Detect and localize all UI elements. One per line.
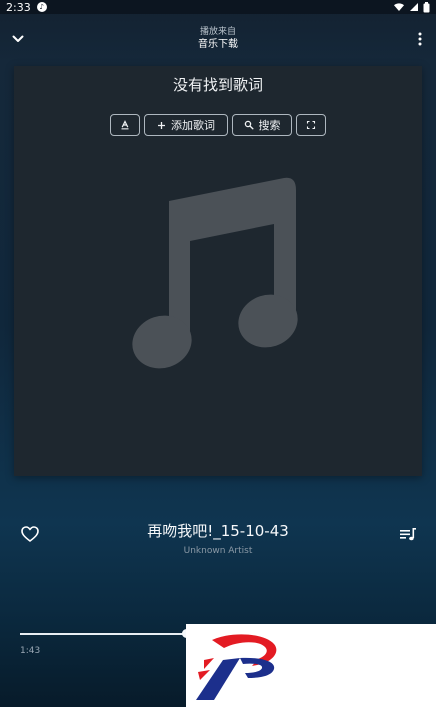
status-time: 2:33 [6, 0, 31, 14]
add-lyrics-label: 添加歌词 [171, 119, 215, 132]
text-style-icon [121, 120, 129, 130]
chevron-down-icon [12, 35, 24, 42]
brand-logo-overlay [186, 624, 436, 707]
search-icon [244, 120, 253, 130]
music-note-icon: ♪ [36, 2, 47, 12]
search-lyrics-label: 搜索 [258, 119, 281, 132]
more-options-button[interactable] [412, 29, 428, 49]
playing-from[interactable]: 播放来自 音乐下载 [118, 26, 318, 52]
status-icons [393, 1, 430, 13]
music-note-icon [132, 177, 298, 369]
collapse-button[interactable] [8, 29, 28, 49]
lyrics-style-button[interactable] [110, 114, 140, 136]
track-info: 再吻我吧!_15-10-43 Unknown Artist [0, 518, 436, 564]
more-vert-icon [418, 32, 422, 46]
playing-from-label: 播放来自 [199, 27, 236, 37]
signal-icon [410, 3, 418, 11]
queue-button[interactable] [398, 524, 418, 544]
elapsed-time: 1:43 [20, 646, 41, 656]
add-lyrics-button[interactable]: 添加歌词 [144, 114, 228, 136]
seek-bar-progress [20, 633, 187, 635]
fullscreen-icon [306, 120, 316, 130]
wifi-icon [394, 3, 404, 11]
playing-from-source: 音乐下载 [198, 39, 238, 50]
lyrics-not-found-message: 没有找到歌词 [172, 76, 263, 94]
status-bar: 2:33 ♪ [0, 0, 436, 14]
brand-logo-icon [196, 634, 277, 700]
track-artist[interactable]: Unknown Artist [68, 544, 368, 558]
like-button[interactable] [20, 524, 40, 544]
track-title: 再吻我吧!_15-10-43 [147, 522, 289, 540]
fullscreen-lyrics-button[interactable] [296, 114, 326, 136]
queue-music-icon [400, 528, 416, 541]
lyrics-panel: 没有找到歌词 添加歌词 搜索 [14, 66, 422, 476]
plus-icon [158, 121, 165, 129]
search-lyrics-button[interactable]: 搜索 [232, 114, 292, 136]
heart-outline-icon [21, 526, 39, 542]
status-left: 2:33 ♪ [6, 1, 47, 14]
lyrics-toolbar: 添加歌词 搜索 [110, 114, 326, 136]
player-header: 播放来自 音乐下载 [0, 24, 436, 58]
battery-icon [423, 1, 430, 12]
